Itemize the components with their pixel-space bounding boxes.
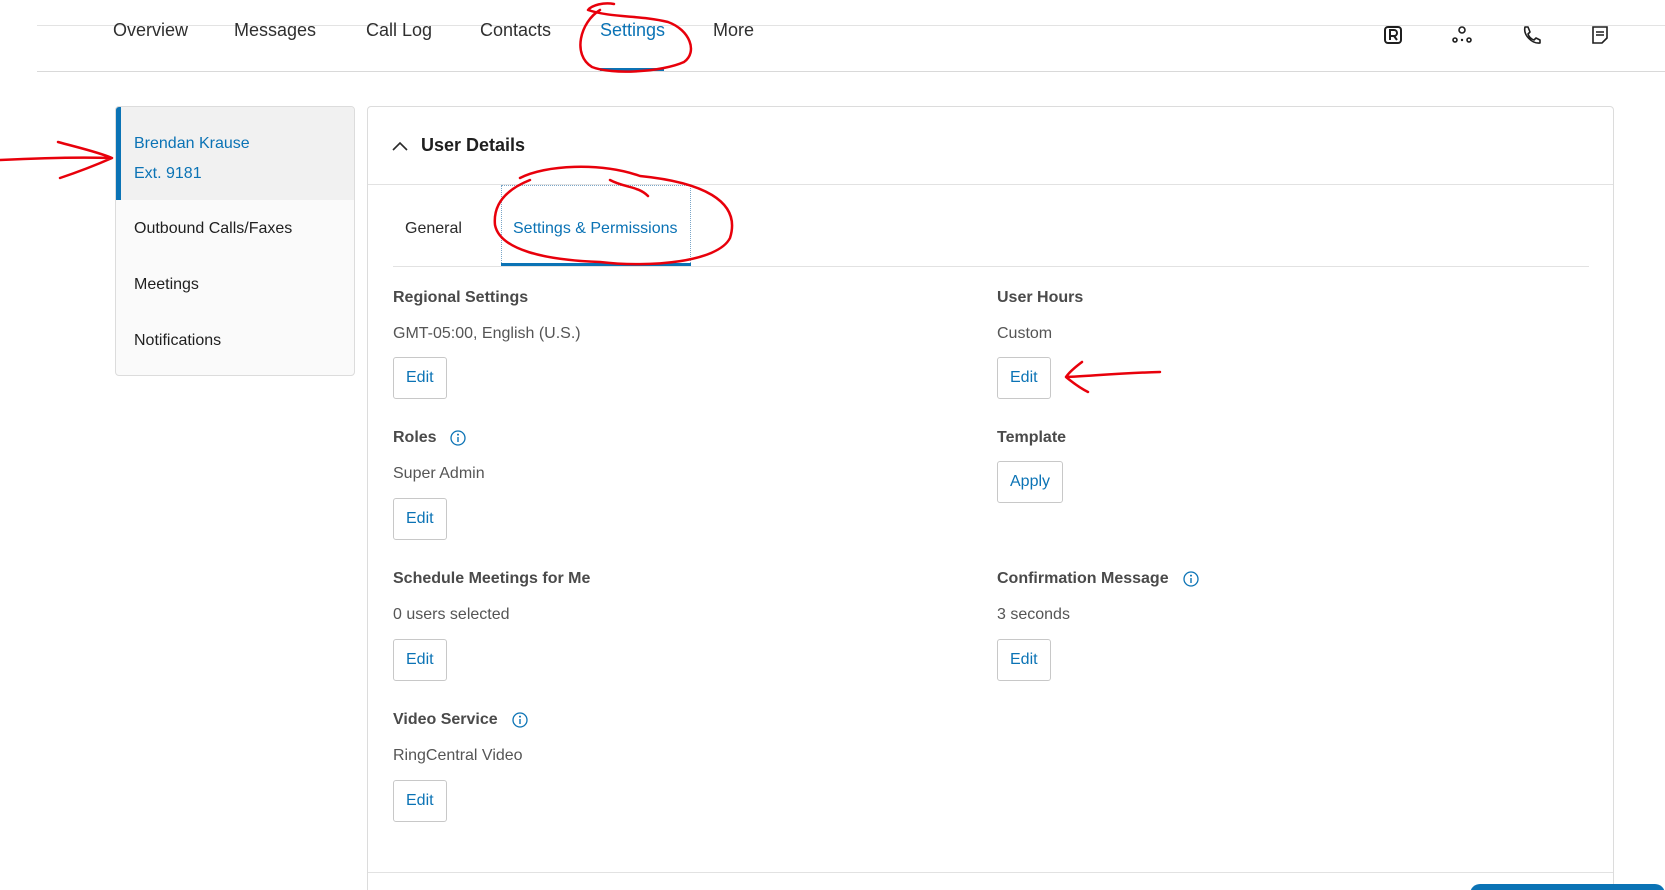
- tab-active-underline: [501, 263, 691, 266]
- schedule-meetings-label: Schedule Meetings for Me: [393, 570, 591, 587]
- user-card-arrow: [0, 140, 114, 180]
- sidebar-item-outbound-calls[interactable]: Outbound Calls/Faxes: [134, 220, 292, 238]
- user-extension: Ext. 9181: [134, 165, 202, 182]
- regional-settings-edit-button[interactable]: Edit: [393, 357, 447, 399]
- roles-value: Super Admin: [393, 465, 485, 482]
- chevron-up-icon[interactable]: [392, 141, 408, 151]
- roles-edit-button[interactable]: Edit: [393, 498, 447, 540]
- template-label: Template: [997, 429, 1067, 446]
- panel-title: User Details: [421, 135, 526, 155]
- video-service-value: RingCentral Video: [393, 747, 523, 764]
- nav-tab-settings[interactable]: Settings: [600, 20, 665, 41]
- regional-settings-value: GMT-05:00, English (U.S.): [393, 325, 581, 342]
- sidebar-item-meetings[interactable]: Meetings: [134, 276, 199, 294]
- panel-header: User Details: [368, 107, 1613, 185]
- subtab-bar: General Settings & Permissions: [393, 185, 1589, 267]
- nav-tab-messages[interactable]: Messages: [234, 20, 316, 41]
- roles-label: Roles: [393, 429, 437, 446]
- video-service-label: Video Service: [393, 711, 498, 728]
- user-hours-label: User Hours: [997, 289, 1084, 306]
- user-hours-edit-button[interactable]: Edit: [997, 357, 1051, 399]
- user-name: Brendan Krause: [134, 135, 250, 152]
- nav-tab-more[interactable]: More: [713, 20, 754, 41]
- roles-info-icon[interactable]: [450, 430, 466, 446]
- integrations-icon[interactable]: [1449, 22, 1475, 48]
- confirmation-message-info-icon[interactable]: [1183, 571, 1199, 587]
- user-hours-value: Custom: [997, 325, 1053, 342]
- video-service-info-icon[interactable]: [512, 712, 528, 728]
- schedule-meetings-edit-button[interactable]: Edit: [393, 639, 447, 681]
- ringcentral-app-icon[interactable]: [1380, 22, 1406, 48]
- tab-settings-permissions[interactable]: Settings & Permissions: [513, 220, 678, 238]
- confirmation-message-edit-button[interactable]: Edit: [997, 639, 1051, 681]
- template-apply-button[interactable]: Apply: [997, 461, 1064, 503]
- user-details-panel: User Details General Settings & Permissi…: [367, 106, 1614, 890]
- video-service-edit-button[interactable]: Edit: [393, 780, 447, 822]
- confirmation-message-label: Confirmation Message: [997, 570, 1169, 587]
- phone-icon[interactable]: [1518, 22, 1544, 48]
- sidebar-item-user[interactable]: Brendan Krause Ext. 9181: [116, 107, 354, 200]
- notes-icon[interactable]: [1587, 22, 1613, 48]
- confirmation-message-value: 3 seconds: [997, 606, 1070, 623]
- panel-bottom-divider: [368, 872, 1613, 873]
- settings-sidebar: Brendan Krause Ext. 9181 Outbound Calls/…: [115, 106, 355, 376]
- nav-tab-call-log[interactable]: Call Log: [366, 20, 432, 41]
- nav-active-underline: [600, 68, 664, 71]
- nav-tab-contacts[interactable]: Contacts: [480, 20, 551, 41]
- nav-tab-overview[interactable]: Overview: [113, 20, 188, 41]
- regional-settings-label: Regional Settings: [393, 289, 529, 306]
- schedule-meetings-value: 0 users selected: [393, 606, 510, 623]
- sidebar-item-notifications[interactable]: Notifications: [134, 332, 221, 350]
- floating-action-bar[interactable]: [1470, 884, 1665, 890]
- tab-general[interactable]: General: [405, 220, 462, 238]
